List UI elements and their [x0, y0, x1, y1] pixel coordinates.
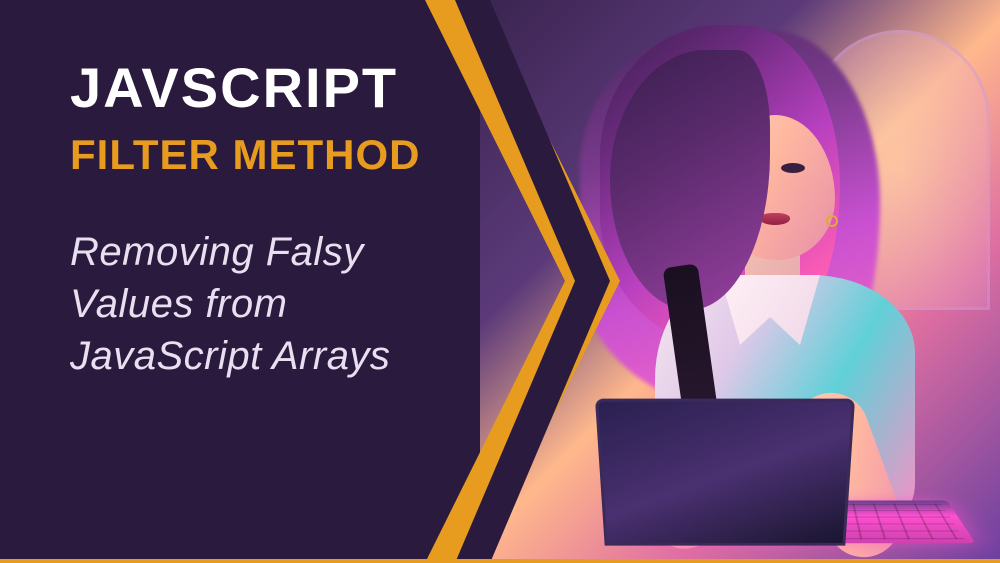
- heading-sub: FILTER METHOD: [70, 134, 480, 176]
- eye-right: [781, 163, 805, 173]
- earring: [826, 215, 838, 227]
- bottom-accent-bar: [0, 559, 1000, 563]
- text-panel: JAVSCRIPT FILTER METHOD Removing Falsy V…: [0, 0, 500, 563]
- description-text: Removing Falsy Values from JavaScript Ar…: [70, 226, 480, 382]
- thumbnail-banner: JAVSCRIPT FILTER METHOD Removing Falsy V…: [0, 0, 1000, 563]
- laptop-screen: [595, 399, 855, 546]
- lips: [760, 213, 790, 225]
- heading-main: JAVSCRIPT: [70, 60, 480, 116]
